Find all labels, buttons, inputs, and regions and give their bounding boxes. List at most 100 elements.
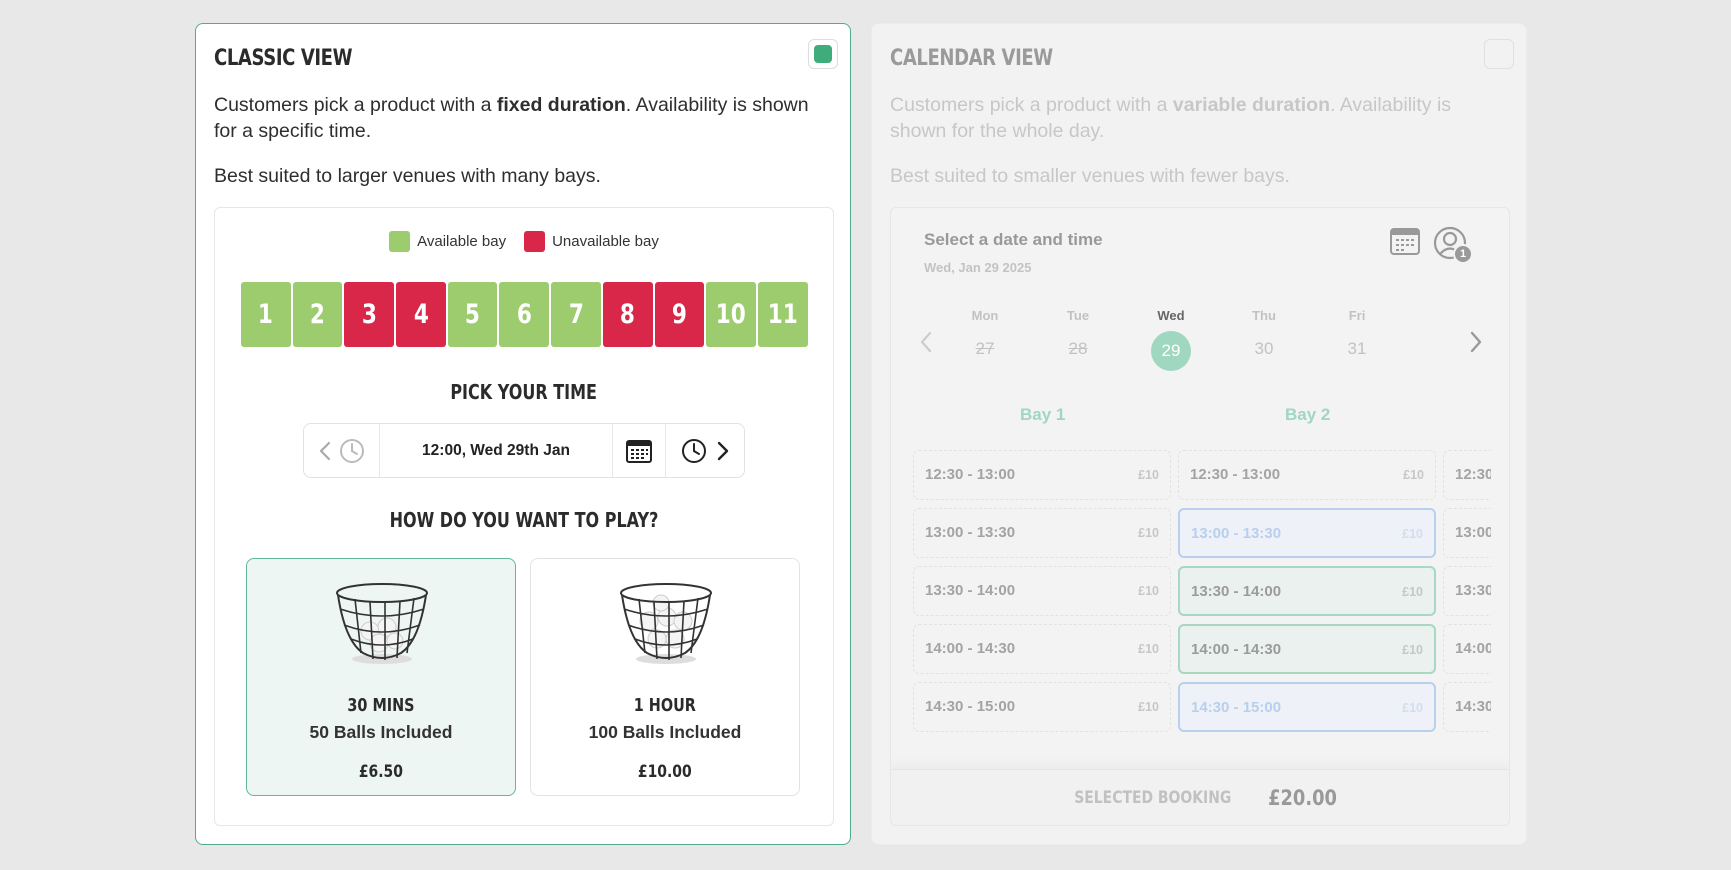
ball-basket-icon xyxy=(336,583,428,664)
time-slot[interactable]: 14:00 - 14:30 £10 xyxy=(913,624,1171,674)
chevron-right-icon[interactable] xyxy=(1469,331,1483,353)
calendar-view-description: Customers pick a product with a variable… xyxy=(890,94,1452,142)
slot-time: 14:30 - 15:00 xyxy=(925,698,1016,715)
slot-time: 12:30 - 13:00 xyxy=(1190,466,1281,483)
day-name: Tue xyxy=(1066,308,1090,323)
classic-preview: Available bay Unavailable bay 1234567891… xyxy=(214,207,834,826)
slot-time: 14:00 xyxy=(1455,640,1491,657)
play-options-title: HOW DO YOU WANT TO PLAY? xyxy=(389,508,659,532)
guest-selector[interactable]: 1 xyxy=(1433,226,1473,264)
slot-price: £10 xyxy=(1138,468,1159,482)
slot-time: 12:30 xyxy=(1455,466,1491,483)
calendar-view-title: CALENDAR VIEW xyxy=(890,46,1053,71)
time-slot[interactable]: 13:00 xyxy=(1443,508,1491,558)
day-name: Fri xyxy=(1348,308,1366,323)
slot-time: 12:30 - 13:00 xyxy=(925,466,1016,483)
bay-tile: 3 xyxy=(344,282,395,347)
day-tue: Tue 28 xyxy=(1048,308,1108,359)
slot-time: 14:30 xyxy=(1455,698,1491,715)
bay-tile: 7 xyxy=(551,282,601,347)
day-wed[interactable]: Wed 29 xyxy=(1141,308,1201,371)
bay-legend: Available bay Unavailable bay xyxy=(215,231,833,252)
day-date: 27 xyxy=(975,339,995,358)
product-subtitle: 100 Balls Included xyxy=(588,722,742,742)
slot-time: 14:00 - 14:30 xyxy=(925,640,1016,657)
time-slot[interactable]: 14:00 - 14:30 £10 xyxy=(1178,624,1436,674)
day-thu[interactable]: Thu 30 xyxy=(1234,308,1294,359)
selected-time[interactable]: 12:00, Wed 29th Jan xyxy=(380,424,612,477)
bay-tile: 4 xyxy=(396,282,446,347)
time-slot[interactable]: 13:00 - 13:30 £10 xyxy=(913,508,1171,558)
time-slot[interactable]: 14:30 - 15:00 £10 xyxy=(913,682,1171,732)
time-picker: 12:00, Wed 29th Jan xyxy=(303,423,745,478)
classic-view-suitability: Best suited to larger venues with many b… xyxy=(214,165,601,187)
selected-booking-bar: SELECTED BOOKING £20.00 xyxy=(891,769,1509,825)
classic-view-card[interactable]: CLASSIC VIEW Customers pick a product wi… xyxy=(195,23,851,845)
time-prev-group[interactable] xyxy=(304,424,380,477)
chevron-right-icon[interactable] xyxy=(717,441,729,461)
unavailable-swatch xyxy=(524,231,546,252)
time-slot[interactable]: 12:30 - 13:00 £10 xyxy=(1178,450,1436,500)
slot-price: £10 xyxy=(1402,585,1423,599)
slot-price: £10 xyxy=(1402,701,1423,715)
slot-price: £10 xyxy=(1138,526,1159,540)
time-next-group[interactable] xyxy=(666,424,744,477)
time-slot[interactable]: 14:00 xyxy=(1443,624,1491,674)
calendar-icon xyxy=(626,439,652,463)
bay-tile: 10 xyxy=(706,282,756,347)
product-card-30-mins[interactable]: 30 MINS 50 Balls Included £6.50 xyxy=(246,558,516,796)
product-card-1-hour[interactable]: 1 HOUR 100 Balls Included £10.00 xyxy=(530,558,800,796)
day-date: 29 xyxy=(1151,331,1191,371)
product-title: 30 MINS xyxy=(347,695,415,716)
time-slot[interactable]: 14:30 xyxy=(1443,682,1491,732)
day-fri[interactable]: Fri 31 xyxy=(1327,308,1387,359)
time-slot[interactable]: 13:30 - 14:00 £10 xyxy=(913,566,1171,616)
day-mon: Mon 27 xyxy=(955,308,1015,359)
ball-basket-icon xyxy=(620,583,712,664)
time-slot[interactable]: 13:30 - 14:00 £10 xyxy=(1178,566,1436,616)
slot-grid: 12:30 - 13:00 £10 13:00 - 13:30 £10 13:30 - … xyxy=(913,450,1491,740)
day-name: Mon xyxy=(971,308,999,323)
bay-tile: 6 xyxy=(499,282,550,347)
calendar-view-card[interactable]: CALENDAR VIEW Customers pick a product w… xyxy=(871,23,1527,845)
checked-indicator xyxy=(814,45,832,63)
slot-price: £10 xyxy=(1138,700,1159,714)
chevron-left-icon[interactable] xyxy=(319,441,331,461)
calendar-view-suitability: Best suited to smaller venues with fewer… xyxy=(890,165,1290,187)
bay-grid: 1 2 3 4 5 6 7 8 9 10 11 xyxy=(241,282,808,347)
time-slot[interactable]: 13:30 xyxy=(1443,566,1491,616)
date-time-heading: Select a date and time xyxy=(924,230,1103,249)
time-slot[interactable]: 12:30 - 13:00 £10 xyxy=(913,450,1171,500)
slot-time: 13:00 xyxy=(1455,524,1491,541)
slot-time: 14:00 - 14:30 xyxy=(1191,641,1282,658)
legend-available: Available bay xyxy=(389,231,506,252)
day-name: Wed xyxy=(1157,308,1185,323)
product-subtitle: 50 Balls Included xyxy=(309,722,453,742)
slot-price: £10 xyxy=(1138,584,1159,598)
classic-view-checkbox[interactable] xyxy=(808,39,838,69)
bay-tile: 11 xyxy=(757,282,808,347)
slot-time: 13:30 - 14:00 xyxy=(925,582,1016,599)
available-swatch xyxy=(389,231,411,252)
calendar-icon[interactable] xyxy=(1389,226,1421,256)
day-strip: Mon 27 Tue 28 Wed 29 Thu 30 Fri 31 xyxy=(891,308,1509,371)
slot-price: £10 xyxy=(1402,643,1423,657)
time-slot[interactable]: 13:00 - 13:30 £10 xyxy=(1178,508,1436,558)
clock-icon xyxy=(339,438,364,463)
day-name: Thu xyxy=(1252,308,1276,323)
selected-booking-label: SELECTED BOOKING xyxy=(1073,787,1232,808)
legend-unavailable: Unavailable bay xyxy=(524,231,659,252)
slot-price: £10 xyxy=(1138,642,1159,656)
clock-icon xyxy=(682,438,706,463)
calendar-button[interactable] xyxy=(612,424,666,477)
product-title: 1 HOUR xyxy=(633,695,697,716)
slot-price: £10 xyxy=(1402,527,1423,541)
calendar-view-checkbox[interactable] xyxy=(1484,39,1514,69)
time-slot[interactable]: 14:30 - 15:00 £10 xyxy=(1178,682,1436,732)
calendar-header-icons: 1 xyxy=(1389,226,1473,264)
pick-time-title: PICK YOUR TIME xyxy=(450,380,598,404)
time-slot[interactable]: 12:30 xyxy=(1443,450,1491,500)
bay-tile: 2 xyxy=(292,282,343,347)
product-price: £10.00 xyxy=(638,762,692,782)
bay-column-title: Bay 2 xyxy=(1285,405,1331,424)
